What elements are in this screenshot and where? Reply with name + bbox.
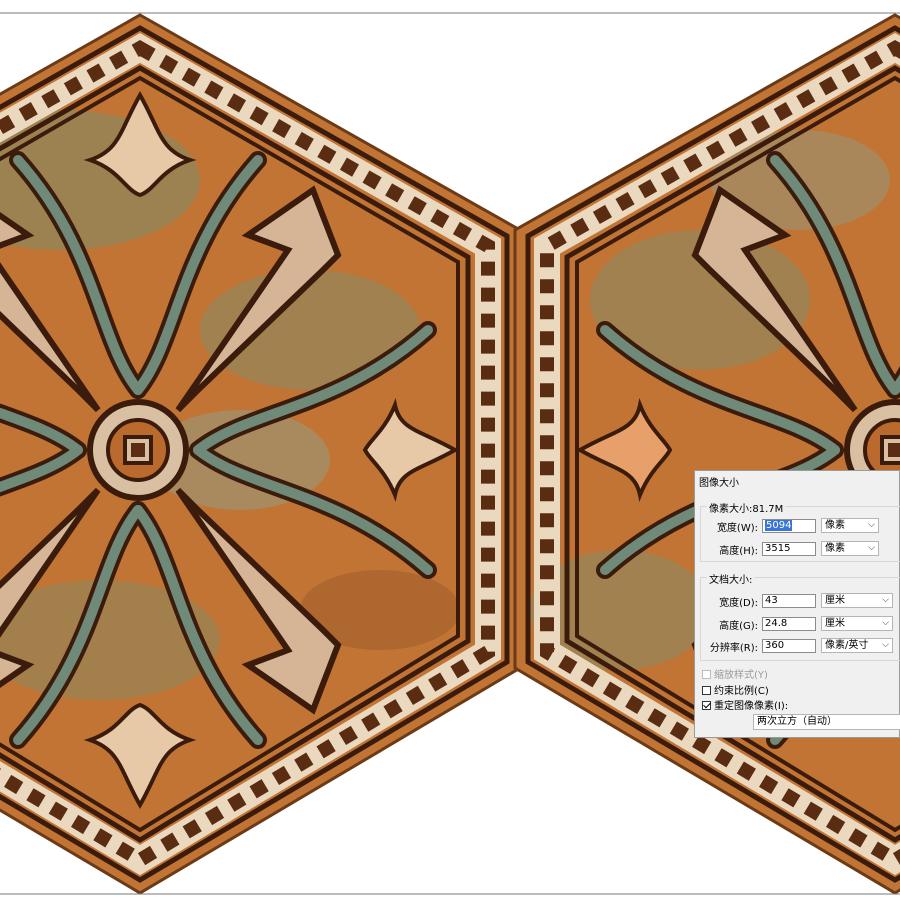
image-size-dialog: 图像大小 像素大小:81.7M 宽度(W): 5094 像素 ⌵ 高度(H): … bbox=[694, 470, 900, 738]
resolution-value: 360 bbox=[765, 640, 785, 651]
doc-height-unit: 厘米 bbox=[825, 618, 845, 629]
document-size-group: 文档大小: 宽度(D): 43 厘米 ⌵ 高度(G): 24.8 厘米 ⌵ 分辨… bbox=[700, 571, 900, 661]
pixel-width-input[interactable]: 5094 bbox=[762, 519, 816, 533]
chevron-down-icon: ⌵ bbox=[882, 618, 889, 628]
pixel-width-value: 5094 bbox=[765, 520, 793, 531]
doc-width-unit-select[interactable]: 厘米 ⌵ bbox=[821, 593, 893, 608]
doc-width-unit: 厘米 bbox=[825, 595, 845, 606]
pixel-width-unit: 像素 bbox=[825, 520, 845, 531]
doc-height-value: 24.8 bbox=[765, 618, 788, 629]
doc-height-label: 高度(G): bbox=[719, 621, 758, 632]
resample-checkbox[interactable]: 重定图像像素(I): bbox=[702, 697, 789, 712]
doc-height-unit-select[interactable]: 厘米 ⌵ bbox=[821, 616, 893, 631]
pixel-dimensions-legend: 像素大小:81.7M bbox=[707, 500, 786, 515]
resample-box[interactable] bbox=[702, 701, 711, 710]
image-canvas[interactable] bbox=[0, 0, 900, 900]
chevron-down-icon: ⌵ bbox=[868, 543, 875, 553]
interpolation-value: 两次立方（自动） bbox=[757, 716, 837, 727]
pixel-height-input[interactable]: 3515 bbox=[762, 542, 816, 556]
left-hexagon-tile bbox=[0, 13, 522, 895]
resolution-label: 分辨率(R): bbox=[709, 643, 758, 654]
interpolation-select[interactable]: 两次立方（自动） bbox=[753, 714, 900, 730]
hexagon-tiles-artwork bbox=[0, 12, 900, 895]
scale-styles-box[interactable] bbox=[702, 670, 711, 679]
chevron-down-icon: ⌵ bbox=[882, 595, 889, 605]
scale-styles-label: 缩放样式(Y) bbox=[714, 670, 768, 681]
right-hexagon-tile bbox=[513, 13, 900, 895]
resolution-unit: 像素/英寸 bbox=[825, 640, 869, 651]
doc-height-input[interactable]: 24.8 bbox=[762, 617, 816, 631]
pixel-height-unit: 像素 bbox=[825, 543, 845, 554]
doc-width-label: 宽度(D): bbox=[719, 598, 758, 609]
chevron-down-icon: ⌵ bbox=[882, 640, 889, 650]
pixel-width-label: 宽度(W): bbox=[716, 523, 758, 534]
pixel-width-unit-select[interactable]: 像素 ⌵ bbox=[821, 518, 879, 533]
scale-styles-checkbox[interactable]: 缩放样式(Y) bbox=[702, 666, 768, 681]
constrain-proportions-label: 约束比例(C) bbox=[714, 686, 769, 697]
pixel-height-unit-select[interactable]: 像素 ⌵ bbox=[821, 541, 879, 556]
chevron-down-icon: ⌵ bbox=[868, 520, 875, 530]
constrain-proportions-checkbox[interactable]: 约束比例(C) bbox=[702, 682, 769, 697]
constrain-proportions-box[interactable] bbox=[702, 686, 711, 695]
document-size-legend: 文档大小: bbox=[707, 571, 755, 586]
pixel-dimensions-group: 像素大小:81.7M 宽度(W): 5094 像素 ⌵ 高度(H): 3515 … bbox=[700, 500, 900, 562]
resolution-unit-select[interactable]: 像素/英寸 ⌵ bbox=[821, 638, 893, 653]
pixel-height-label: 高度(H): bbox=[719, 546, 758, 557]
dialog-title: 图像大小 bbox=[699, 478, 739, 489]
pixel-height-value: 3515 bbox=[765, 543, 791, 554]
resample-label: 重定图像像素(I): bbox=[714, 701, 789, 712]
doc-width-input[interactable]: 43 bbox=[762, 594, 816, 608]
doc-width-value: 43 bbox=[765, 595, 778, 606]
resolution-input[interactable]: 360 bbox=[762, 639, 816, 653]
